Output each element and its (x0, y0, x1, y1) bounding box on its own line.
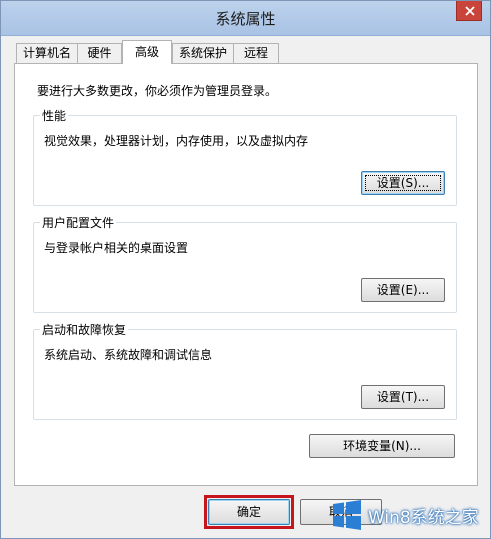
tab-advanced[interactable]: 高级 (122, 40, 172, 64)
advanced-tab-panel: 要进行大多数更改，你必须作为管理员登录。 性能 视觉效果，处理器计划，内存使用，… (14, 63, 478, 486)
user-profiles-settings-label: 设置(E)... (376, 283, 430, 297)
title-bar[interactable]: 系统属性 (1, 1, 490, 36)
tab-computer-name[interactable]: 计算机名 (16, 43, 78, 63)
tab-system-protection[interactable]: 系统保护 (172, 43, 234, 63)
tab-hardware[interactable]: 硬件 (77, 43, 122, 63)
performance-group-title: 性能 (40, 107, 69, 124)
window-title: 系统属性 (215, 10, 276, 28)
startup-recovery-group: 启动和故障恢复 系统启动、系统故障和调试信息 设置(T)... (33, 321, 457, 420)
system-properties-window: 系统属性 计算机名 硬件 高级 系统保护 远程 要进行大多数更改，你必须作为管理… (0, 0, 491, 539)
performance-description: 视觉效果，处理器计划，内存使用，以及虚拟内存 (44, 134, 309, 148)
performance-group: 性能 视觉效果，处理器计划，内存使用，以及虚拟内存 设置(S)... (33, 107, 457, 206)
startup-recovery-settings-button[interactable]: 设置(T)... (361, 385, 445, 409)
environment-variables-button[interactable]: 环境变量(N)... (309, 434, 455, 458)
focus-indicator (365, 175, 441, 191)
close-icon (465, 6, 475, 16)
admin-notice: 要进行大多数更改，你必须作为管理员登录。 (37, 84, 278, 98)
user-profiles-description: 与登录帐户相关的桌面设置 (44, 241, 189, 255)
startup-recovery-group-title: 启动和故障恢复 (40, 321, 129, 338)
user-profiles-settings-button[interactable]: 设置(E)... (361, 278, 445, 302)
ok-button-highlight (204, 495, 294, 529)
performance-settings-button[interactable]: 设置(S)... (361, 171, 445, 195)
cancel-button[interactable]: 取消 (300, 499, 382, 525)
startup-recovery-description: 系统启动、系统故障和调试信息 (44, 348, 213, 362)
watermark-text: Win8系统之家 (368, 508, 479, 528)
user-profiles-group: 用户配置文件 与登录帐户相关的桌面设置 设置(E)... (33, 214, 457, 313)
tab-remote[interactable]: 远程 (233, 43, 279, 63)
close-button[interactable] (456, 1, 482, 21)
startup-recovery-settings-label: 设置(T)... (376, 390, 430, 404)
user-profiles-group-title: 用户配置文件 (40, 214, 117, 231)
